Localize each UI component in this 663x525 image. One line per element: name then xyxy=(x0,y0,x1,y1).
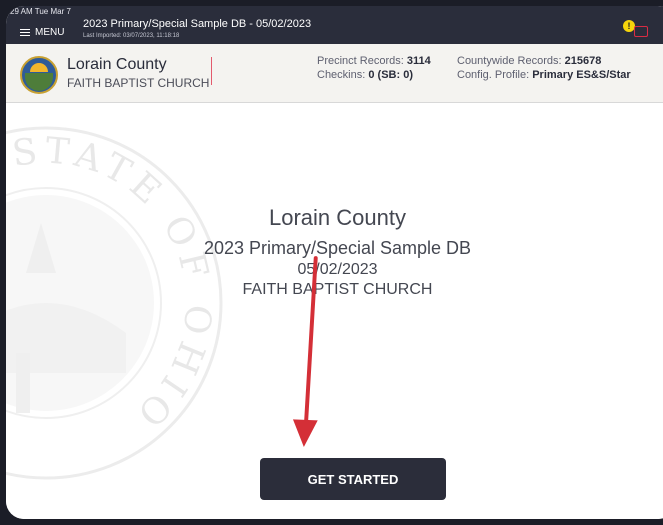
divider xyxy=(211,57,212,85)
checkins-value: 0 (SB: 0) xyxy=(368,69,413,81)
precinct-location: FAITH BAPTIST CHURCH xyxy=(67,76,210,90)
precinct-records-label: Precinct Records: xyxy=(317,55,404,67)
app-frame: 29 AM Tue Mar 7 MENU 2023 Primary/Specia… xyxy=(6,6,663,519)
welcome-precinct-location: FAITH BAPTIST CHURCH xyxy=(242,281,433,298)
device-icon[interactable] xyxy=(634,26,648,37)
state-seal-watermark: THE STATE OF OHIO xyxy=(6,126,223,480)
county-metrics: Countywide Records: 215678 Config. Profi… xyxy=(457,54,631,82)
info-bar: Lorain County FAITH BAPTIST CHURCH Preci… xyxy=(6,44,663,103)
last-imported: Last Imported: 03/07/2023, 11:18:18 xyxy=(83,33,180,39)
county-name: Lorain County xyxy=(67,56,167,73)
hamburger-icon xyxy=(20,28,30,37)
config-profile-label: Config. Profile: xyxy=(457,69,530,81)
countywide-records-value: 215678 xyxy=(564,55,602,67)
welcome-panel: THE STATE OF OHIO Lorain County 2023 Pri… xyxy=(6,103,663,519)
precinct-metrics: Precinct Records: 3114 Checkins: 0 (SB: … xyxy=(317,54,431,82)
countywide-records-label: Countywide Records: xyxy=(457,55,562,67)
menu-button[interactable]: MENU xyxy=(20,27,64,38)
status-time: 29 AM Tue Mar 7 xyxy=(10,7,71,16)
welcome-election-date: 05/02/2023 xyxy=(297,261,378,278)
get-started-button[interactable]: GET STARTED xyxy=(260,458,446,500)
precinct-records-value: 3114 xyxy=(406,55,431,67)
checkins-label: Checkins: xyxy=(317,69,366,81)
menu-label: MENU xyxy=(35,27,65,38)
config-profile-value: Primary ES&S/Star xyxy=(532,69,631,81)
database-title: 2023 Primary/Special Sample DB - 05/02/2… xyxy=(83,18,312,30)
top-bar: 29 AM Tue Mar 7 MENU 2023 Primary/Specia… xyxy=(6,6,663,44)
welcome-database-name: 2023 Primary/Special Sample DB xyxy=(203,238,472,258)
ohio-seal-icon xyxy=(20,56,58,94)
welcome-county: Lorain County xyxy=(269,205,406,230)
